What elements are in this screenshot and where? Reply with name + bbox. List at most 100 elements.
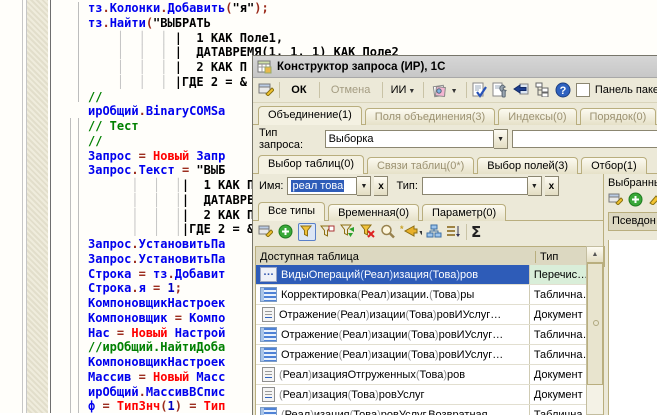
search-icon[interactable] [380, 224, 396, 240]
tabular-icon [260, 347, 277, 362]
table-row[interactable]: Отражение(Реал)изации(Това)ровИУслуг…Таб… [256, 345, 588, 365]
table-row[interactable]: …ВидыОпераций(Реал)изация(Това)ровПеречи… [256, 265, 588, 285]
code-group-line [78, 118, 79, 413]
tab-Все типы[interactable]: Все типы [258, 202, 325, 221]
table-row[interactable]: Корректировка(Реал)изации.(Това)рыТаблич… [256, 285, 588, 305]
name-filter-input[interactable]: реал това [287, 177, 357, 195]
code-group-line [78, 2, 79, 102]
help-icon[interactable]: ? [555, 82, 571, 98]
tab-Выбор таблиц(0)[interactable]: Выбор таблиц(0) [258, 155, 364, 174]
query-name-field[interactable] [512, 130, 657, 148]
type-filter-input[interactable] [422, 177, 528, 195]
tab-Отбор(1)[interactable]: Отбор(1) [581, 157, 647, 174]
tables-tabs: Выбор таблиц(0)Связи таблиц(0*)Выбор пол… [253, 151, 657, 174]
ii-menu-button[interactable]: ИИ▼ [388, 82, 419, 98]
add-icon[interactable] [278, 224, 294, 240]
appearance-menu-button[interactable]: ▼ [429, 81, 461, 100]
table-name-cell: Корректировка(Реал)изации.(Това)ры [256, 285, 530, 304]
list-settings-icon[interactable] [258, 224, 274, 240]
list-settings-icon[interactable] [608, 192, 624, 208]
tab-Порядок(0)[interactable]: Порядок(0) [580, 108, 657, 125]
hierarchy-icon[interactable] [426, 224, 442, 240]
table-type-cell: Документ [530, 365, 588, 384]
query-constructor-icon [257, 59, 273, 75]
ok-button[interactable]: ОК [284, 82, 313, 98]
alias-column-header[interactable]: Псевдон [608, 212, 657, 231]
table-row[interactable]: Отражение(Реал)изации(Това)ровИУслуг…Таб… [256, 325, 588, 345]
table-row[interactable]: (Реал)изацияОтгруженных(Това)ровДокумент [256, 365, 588, 385]
chevron-down-icon: ▼ [408, 88, 415, 95]
query-type-row: Тип запроса: Выборка▼ [253, 129, 657, 149]
tab-Выбор полей(3)[interactable]: Выбор полей(3) [477, 157, 578, 174]
dialog-titlebar[interactable]: Конструктор запроса (ИР), 1С [253, 56, 657, 78]
scrollbar-thumb[interactable] [587, 263, 603, 385]
gutter-line [22, 0, 23, 413]
clear-name-filter-button[interactable]: x [374, 176, 388, 196]
selected-tables-empty-list[interactable] [608, 240, 657, 415]
tab-Связи таблиц(0*)[interactable]: Связи таблиц(0*) [367, 157, 474, 174]
add-icon[interactable] [628, 192, 644, 208]
form-settings-icon[interactable] [258, 82, 274, 98]
filter-by-value-icon[interactable] [320, 224, 336, 240]
table-name-cell: Отражение(Реал)изации(Това)ровИУслуг… [256, 325, 530, 344]
code-group-line [70, 118, 71, 413]
check-query-icon[interactable] [471, 82, 487, 98]
available-tables-list: …ВидыОпераций(Реал)изация(Това)ровПеречи… [255, 265, 588, 415]
scroll-up-icon[interactable]: ▲ [587, 247, 603, 263]
table-name-cell: …ВидыОпераций(Реал)изация(Това)ров [256, 265, 530, 284]
insert-to-code-icon[interactable] [513, 82, 529, 98]
tabular-icon [260, 287, 277, 302]
table-row[interactable]: Отражение(Реал)изации(Това)ровИУслуг…Док… [256, 305, 588, 325]
document-icon [262, 367, 275, 382]
table-name-cell: Отражение(Реал)изации(Това)ровИУслуг… [256, 305, 530, 324]
column-header-table[interactable]: Доступная таблица [256, 251, 535, 263]
chevron-down-icon[interactable]: ▼ [528, 176, 542, 196]
svg-text:?: ? [559, 85, 566, 97]
table-scrollbar[interactable]: ▲ [586, 246, 604, 415]
goto-icon[interactable]: *▼ [400, 224, 422, 240]
separator [466, 224, 467, 240]
batch-panel-checkbox[interactable] [576, 83, 590, 97]
chevron-down-icon: ▼ [451, 88, 458, 95]
query-settings-icon[interactable] [492, 82, 508, 98]
clear-type-filter-button[interactable]: x [545, 176, 559, 196]
tab-Индексы(0)[interactable]: Индексы(0) [498, 108, 576, 125]
table-name-cell: (Реал)изация(Това)ровУслуг [256, 385, 530, 404]
document-icon [262, 387, 275, 402]
selected-tables-toolbar [608, 192, 657, 208]
gutter-border [50, 0, 51, 413]
table-type-cell: Документ [530, 385, 588, 404]
table-row[interactable]: (Реал)изация(Това)ровУслугДокумент [256, 385, 588, 405]
document-icon [262, 307, 275, 322]
bookmark-strip [27, 0, 48, 413]
svg-text:*: * [400, 224, 404, 234]
table-type-cell: Таблична… [530, 345, 588, 364]
batch-panel-label: Панель паке [595, 84, 657, 96]
query-tree-icon[interactable] [534, 82, 550, 98]
sort-list-icon[interactable] [446, 224, 462, 240]
sum-icon[interactable]: Σ [471, 223, 481, 241]
filter-clear-icon[interactable] [360, 224, 376, 240]
dialog-toolbar: ОК Отмена ИИ▼ ▼ ? Панель паке [253, 78, 657, 103]
dialog-title: Конструктор запроса (ИР), 1С [277, 61, 445, 73]
table-row[interactable]: (Реал)изация(Това)ровУслуг.Возвратная…Та… [256, 405, 588, 415]
tab-Поля объединения(3)[interactable]: Поля объединения(3) [365, 108, 495, 125]
table-type-cell: Таблична… [530, 285, 588, 304]
tab-Объединение(1)[interactable]: Объединение(1) [258, 106, 362, 125]
selected-tables-panel: Выбранны Псевдон [603, 174, 657, 415]
filter-refresh-icon[interactable] [340, 224, 356, 240]
tabular-icon [260, 327, 277, 342]
chevron-down-icon[interactable]: ▼ [494, 129, 507, 149]
enum-icon: … [260, 267, 277, 282]
query-type-select[interactable]: Выборка [325, 130, 495, 148]
tab-Параметр(0)[interactable]: Параметр(0) [422, 204, 506, 221]
chevron-down-icon[interactable]: ▼ [357, 176, 371, 196]
table-name-cell: Отражение(Реал)изации(Това)ровИУслуг… [256, 345, 530, 364]
cancel-button[interactable]: Отмена [324, 82, 377, 98]
table-type-cell: Перечис… [530, 265, 588, 284]
filter-active-icon[interactable] [298, 223, 316, 241]
tab-Временная(0)[interactable]: Временная(0) [328, 204, 419, 221]
code-line: │ │ │ | 1 КАК Поле1, [88, 31, 657, 46]
edit-icon[interactable] [648, 192, 657, 208]
table-type-cell: Таблична… [530, 405, 588, 415]
